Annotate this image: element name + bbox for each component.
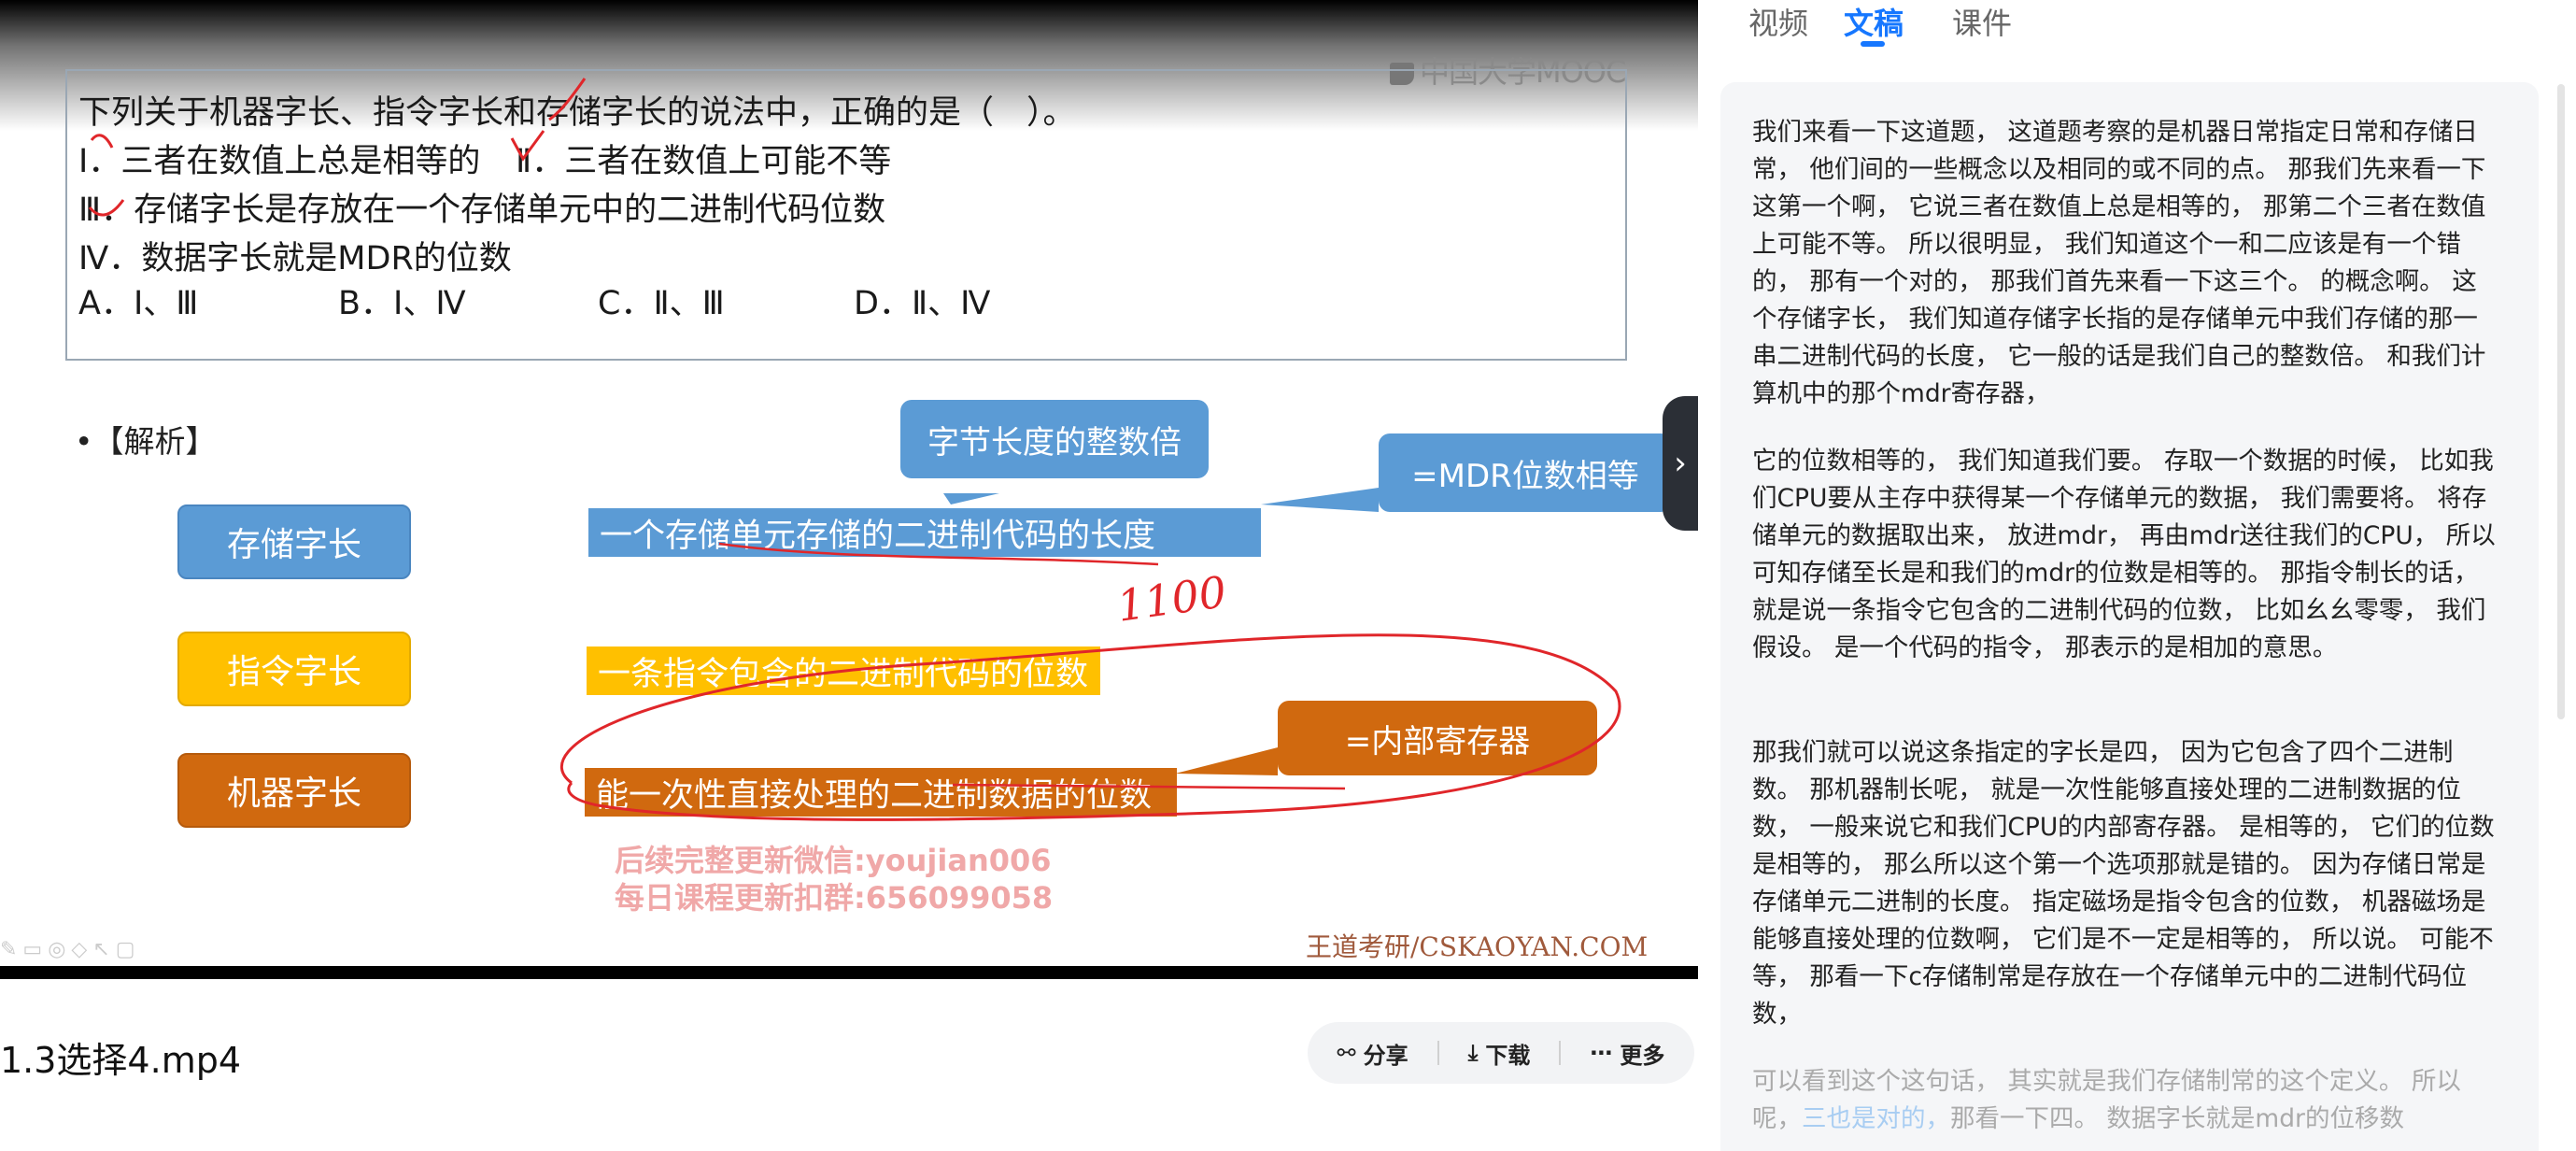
label-storage-word-length: 存储字长	[177, 504, 411, 579]
option-c: C．Ⅱ、Ⅲ	[598, 285, 725, 322]
download-button[interactable]: ⤓ 下载	[1468, 1037, 1531, 1070]
video-bottom-bar	[0, 966, 1698, 979]
label-machine-word-length: 机器字长	[177, 753, 411, 828]
desc-instruction-word-length: 一条指令包含的二进制代码的位数	[587, 647, 1100, 695]
callout-register: =内部寄存器	[1278, 701, 1597, 775]
handwritten-number: 1100	[1113, 566, 1230, 632]
share-icon: ⚯	[1337, 1040, 1356, 1066]
tab-courseware[interactable]: 课件	[1952, 0, 2012, 43]
transcript-scrollbar[interactable]	[2557, 84, 2565, 719]
share-label: 分享	[1363, 1042, 1408, 1069]
option-d: D．Ⅱ、Ⅳ	[854, 285, 991, 322]
pointer-byte-multiple	[943, 493, 999, 504]
statement-1: Ⅰ．三者在数值上总是相等的	[78, 143, 481, 180]
divider	[1437, 1041, 1439, 1065]
download-icon: ⤓	[1467, 1040, 1479, 1066]
transcript-p4-end: 那看一下四。 数据字长就是mdr的位移数	[1950, 1104, 2404, 1133]
share-button[interactable]: ⚯ 分享	[1338, 1037, 1408, 1070]
divider	[1559, 1041, 1562, 1065]
tab-video[interactable]: 视频	[1748, 0, 1808, 43]
option-b: B．Ⅰ、Ⅳ	[338, 285, 466, 322]
active-tab-indicator	[1861, 41, 1885, 47]
statement-4: Ⅳ．数据字长就是MDR的位数	[78, 240, 512, 277]
more-label: 更多	[1620, 1042, 1665, 1069]
question-stem: 下列关于机器字长、指令字长和存储字长的说法中，正确的是（ ）。	[78, 94, 1076, 132]
chevron-right-icon: ›	[1674, 445, 1687, 482]
more-button[interactable]: ⋯ 更多	[1590, 1037, 1664, 1070]
action-bar: ⚯ 分享 ⤓ 下载 ⋯ 更多	[1308, 1022, 1694, 1084]
statement-3: Ⅲ．存储字长是存放在一个存储单元中的二进制代码位数	[78, 192, 886, 229]
transcript-p4-highlight: 三也是对的，	[1802, 1104, 1950, 1133]
desc-storage-word-length: 一个存储单元存储的二进制代码的长度	[588, 508, 1261, 557]
download-label: 下载	[1485, 1042, 1531, 1069]
watermark-line-2: 每日课程更新扣群:656099058	[615, 880, 1054, 916]
transcript-paragraph-1: 我们来看一下这道题， 这道题考察的是机器日常指定日常和存储日常， 他们间的一些概…	[1752, 118, 2486, 408]
transcript-paragraph-3: 那我们就可以说这条指定的字长是四， 因为它包含了四个二进制数。 那机器制长呢， …	[1752, 738, 2495, 1029]
transcript-panel[interactable]: 我们来看一下这道题， 这道题考察的是机器日常指定日常和存储日常， 他们间的一些概…	[1720, 82, 2539, 1151]
analysis-title: •【解析】	[75, 423, 217, 460]
option-a: A．Ⅰ、Ⅲ	[78, 285, 199, 322]
desc-machine-word-length: 能一次性直接处理的二进制数据的位数	[585, 768, 1177, 817]
pointer-register	[1175, 747, 1278, 775]
statement-2: Ⅱ．三者在数值上可能不等	[516, 143, 892, 180]
video-player[interactable]: 中国大学MOOC 下列关于机器字长、指令字长和存储字长的说法中，正确的是（ ）。…	[0, 0, 1698, 979]
video-file-title: 1.3选择4.mp4	[0, 1040, 242, 1081]
label-instruction-word-length: 指令字长	[177, 632, 411, 706]
pointer-mdr	[1261, 488, 1379, 512]
transcript-paragraph-4: 可以看到这个这句话， 其实就是我们存储制常的这个定义。 所以呢，三也是对的，那看…	[1752, 1063, 2496, 1138]
player-tool-icons[interactable]: ✎▭◎◇↖▢	[0, 938, 141, 961]
source-label: 王道考研/CSKAOYAN.COM	[1306, 931, 1649, 962]
callout-mdr: =MDR位数相等	[1379, 433, 1672, 512]
transcript-paragraph-2: 它的位数相等的， 我们知道我们要。 存取一个数据的时候， 比如我们CPU要从主存…	[1752, 447, 2496, 662]
more-icon: ⋯	[1590, 1040, 1613, 1066]
callout-byte-multiple: 字节长度的整数倍	[900, 400, 1209, 478]
collapse-panel-button[interactable]: ›	[1663, 396, 1698, 531]
tab-transcript[interactable]: 文稿	[1844, 0, 1904, 43]
